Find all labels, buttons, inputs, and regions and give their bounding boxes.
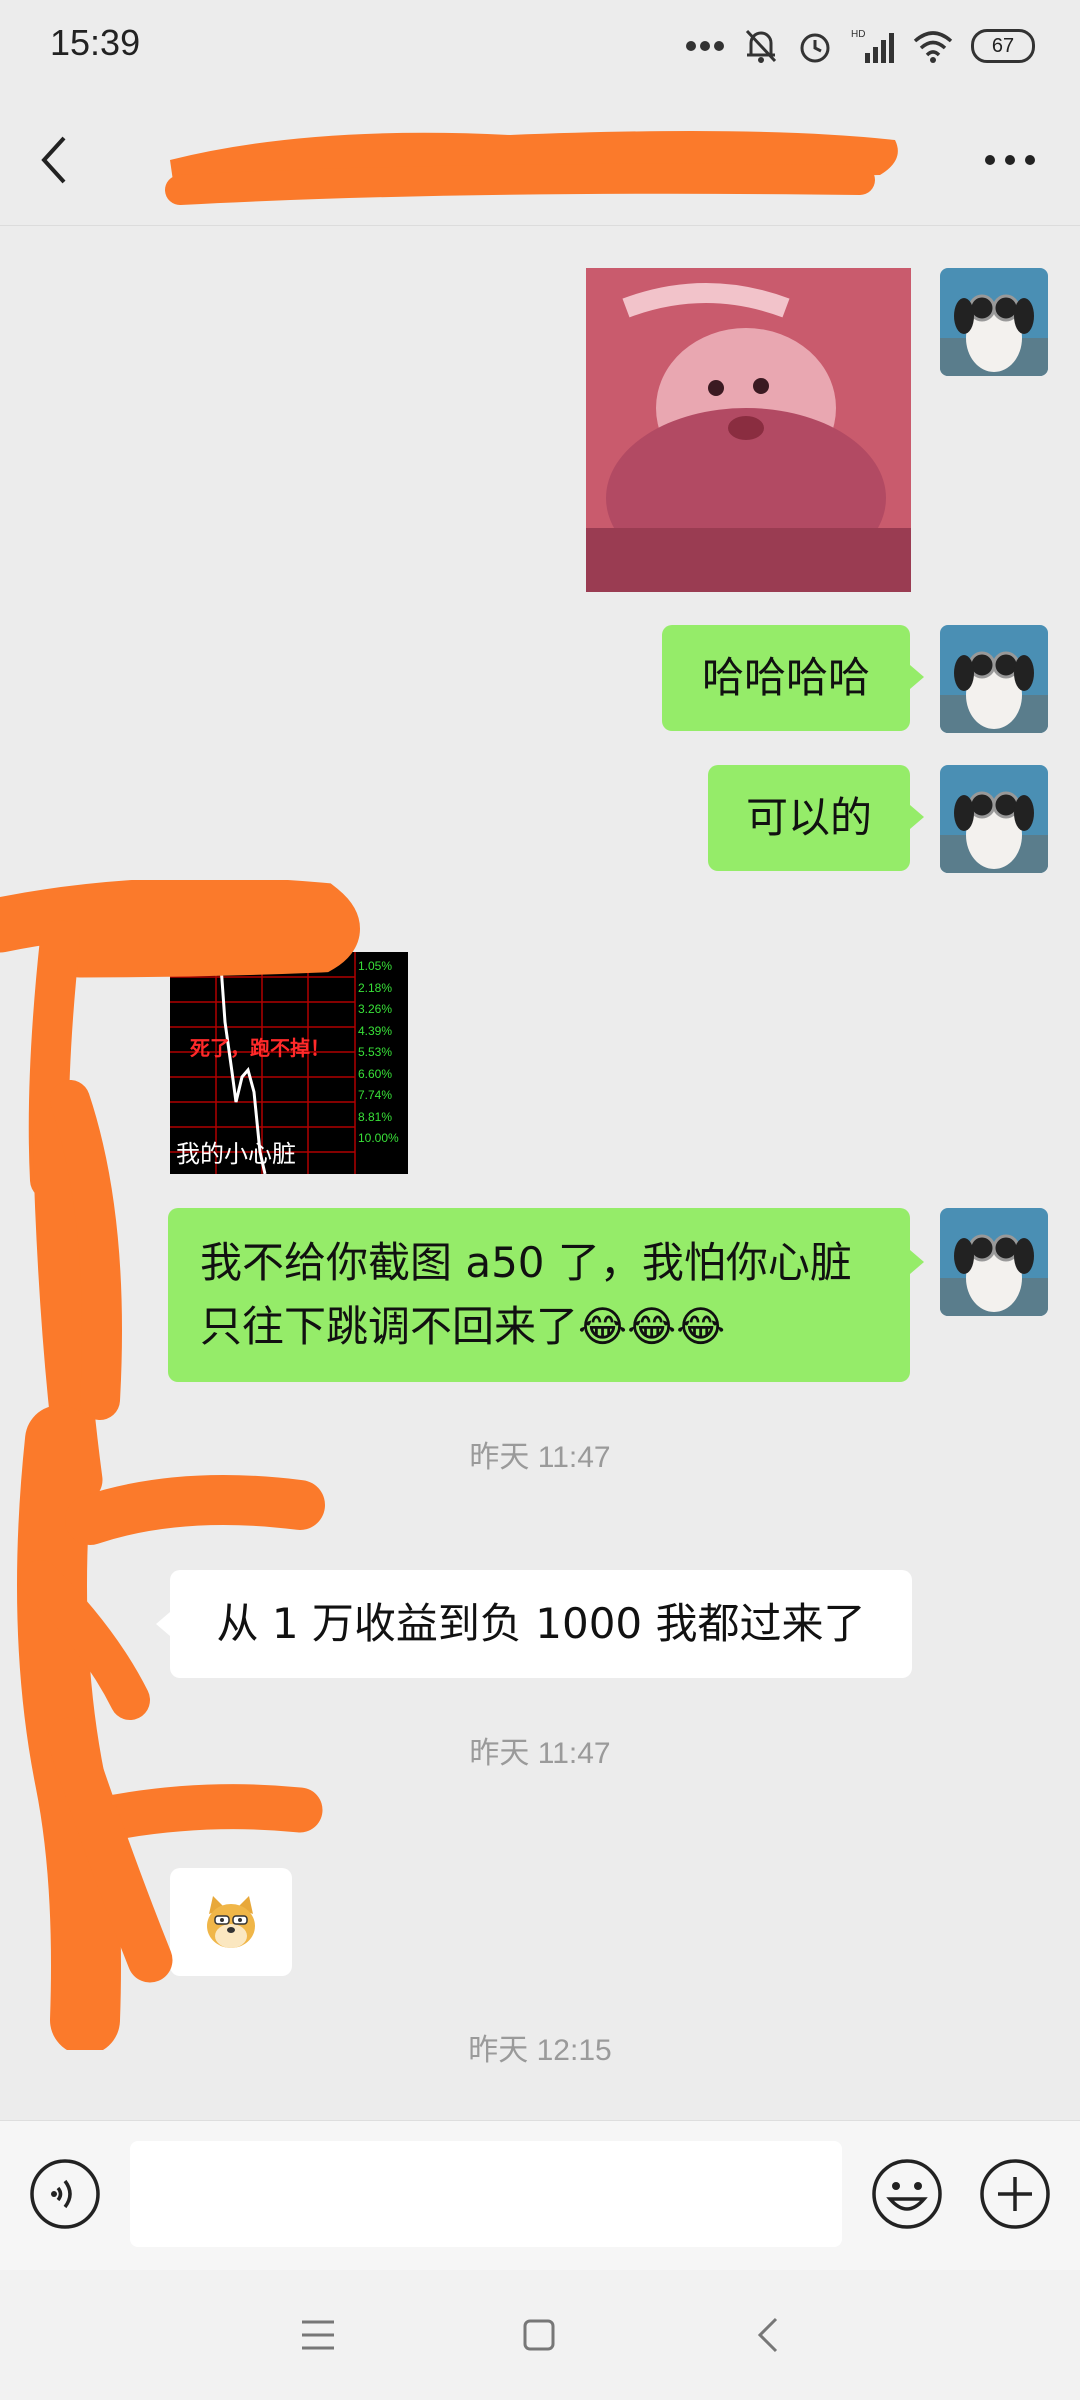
axis-label: 6.60% xyxy=(358,1066,393,1081)
message-text: 哈哈哈哈 xyxy=(701,653,870,702)
mute-bell-icon xyxy=(745,29,777,63)
add-plus-icon[interactable] xyxy=(978,2157,1052,2231)
axis-label: 5.53% xyxy=(358,1045,393,1059)
wifi-icon xyxy=(913,31,953,63)
bubble-tail xyxy=(910,665,924,689)
more-notifications-icon xyxy=(686,41,724,51)
alarm-icon xyxy=(800,33,830,63)
bubble-tail xyxy=(910,805,924,829)
my-message-bubble[interactable]: 哈哈哈哈 xyxy=(662,625,910,731)
message-text: 可以的 xyxy=(745,793,872,842)
axis-label: 10.00% xyxy=(358,1131,399,1145)
cat-photo xyxy=(586,268,911,592)
status-bar: 15:39 HD 67 xyxy=(0,0,1080,90)
menu-icon[interactable] xyxy=(300,2318,336,2352)
redaction-scribble xyxy=(0,880,360,2050)
voice-input-icon[interactable] xyxy=(28,2157,102,2231)
svg-text:HD: HD xyxy=(851,29,865,40)
battery-indicator: 67 xyxy=(971,29,1035,63)
sticker-percent-axis: 1.05% 2.18% 3.26% 4.39% 5.53% 6.60% 7.74… xyxy=(358,956,406,1150)
back-icon[interactable] xyxy=(754,2316,782,2354)
system-nav-bar xyxy=(0,2270,1080,2400)
axis-label: 1.05% xyxy=(358,959,393,973)
axis-label: 4.39% xyxy=(358,1023,393,1038)
my-message-bubble[interactable]: 可以的 xyxy=(708,765,910,871)
input-bar xyxy=(0,2120,1080,2271)
my-avatar[interactable] xyxy=(940,268,1048,376)
message-image[interactable] xyxy=(586,268,911,592)
axis-label: 2.18% xyxy=(358,980,393,995)
message-input[interactable] xyxy=(130,2141,842,2247)
chat-header xyxy=(0,90,1080,226)
back-arrow-icon[interactable] xyxy=(30,130,80,190)
redaction-scribble xyxy=(165,131,898,205)
axis-label: 3.26% xyxy=(358,1002,393,1016)
clock: 15:39 xyxy=(50,22,141,63)
bubble-tail xyxy=(910,1250,924,1274)
axis-label: 8.81% xyxy=(358,1109,393,1124)
axis-label: 7.74% xyxy=(358,1088,393,1102)
status-icons: HD 67 xyxy=(685,24,1035,68)
signal-hd-icon: HD xyxy=(851,29,894,63)
my-avatar[interactable] xyxy=(940,1208,1048,1316)
home-icon[interactable] xyxy=(522,2318,556,2352)
more-options-icon[interactable] xyxy=(980,145,1040,175)
my-avatar[interactable] xyxy=(940,765,1048,873)
my-avatar[interactable] xyxy=(940,625,1048,733)
emoji-icon[interactable] xyxy=(870,2157,944,2231)
